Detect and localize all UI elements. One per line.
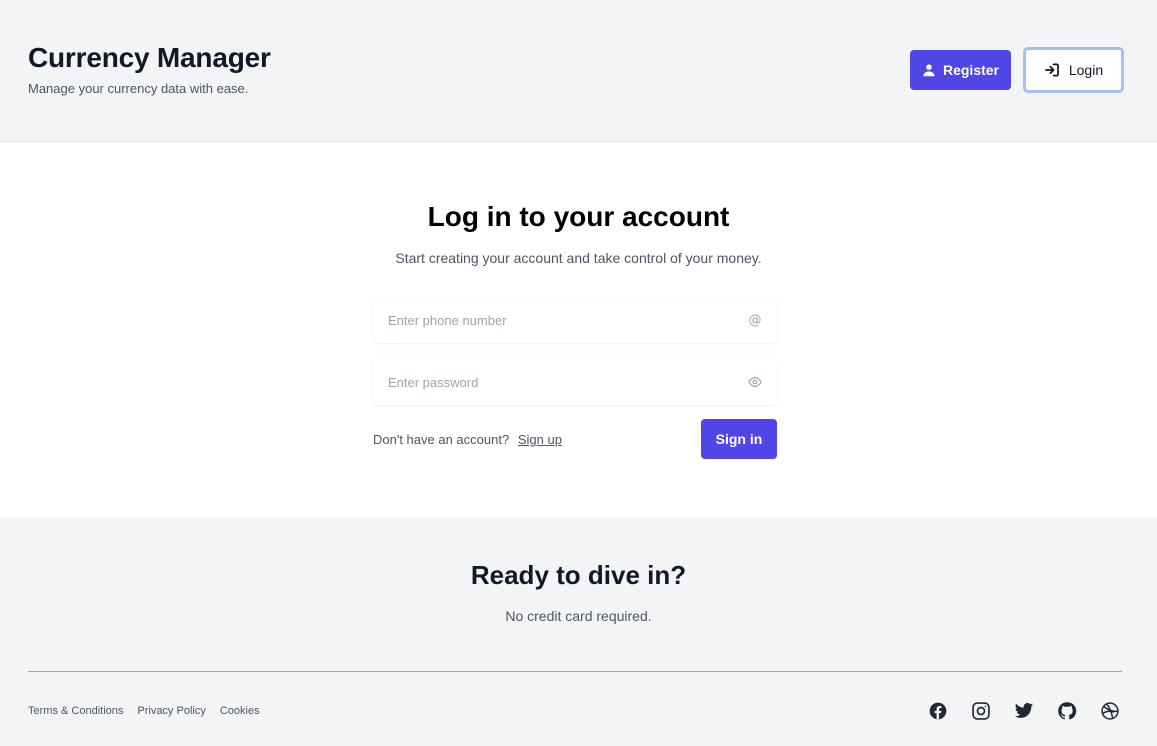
eye-icon[interactable] bbox=[747, 374, 763, 390]
sign-in-icon bbox=[1044, 62, 1060, 78]
app-title: Currency Manager bbox=[28, 42, 271, 73]
privacy-link[interactable]: Privacy Policy bbox=[137, 705, 205, 717]
cookies-link[interactable]: Cookies bbox=[220, 705, 260, 717]
login-subtitle: Start creating your account and take con… bbox=[395, 250, 762, 266]
signup-link[interactable]: Sign up bbox=[518, 432, 562, 447]
signup-prompt: Don't have an account? Sign up bbox=[373, 432, 562, 447]
cta-title: Ready to dive in? bbox=[470, 560, 687, 590]
instagram-icon[interactable] bbox=[971, 701, 991, 721]
login-section: Log in to your account Start creating yo… bbox=[0, 142, 1157, 517]
site-header: Currency Manager Manage your currency da… bbox=[0, 0, 1157, 142]
user-icon bbox=[922, 63, 936, 77]
footer-links: Terms & Conditions Privacy Policy Cookie… bbox=[28, 705, 260, 717]
terms-link[interactable]: Terms & Conditions bbox=[28, 705, 123, 717]
twitter-icon[interactable] bbox=[1014, 701, 1034, 721]
social-links bbox=[928, 701, 1120, 721]
login-title: Log in to your account bbox=[427, 201, 730, 232]
at-icon: @ bbox=[747, 312, 763, 328]
password-input[interactable] bbox=[373, 359, 777, 405]
at-symbol: @ bbox=[748, 312, 762, 328]
cta-subtitle: No credit card required. bbox=[505, 608, 652, 624]
password-field-wrapper bbox=[373, 359, 777, 405]
app-subtitle: Manage your currency data with ease. bbox=[28, 81, 249, 96]
signin-button[interactable]: Sign in bbox=[701, 419, 777, 459]
no-account-text: Don't have an account? bbox=[373, 432, 510, 447]
phone-field-wrapper: @ bbox=[373, 297, 777, 343]
github-icon[interactable] bbox=[1057, 701, 1077, 721]
login-button-label: Login bbox=[1068, 62, 1104, 78]
register-button-label: Register bbox=[942, 62, 1000, 78]
register-button[interactable]: Register bbox=[910, 50, 1011, 90]
login-button[interactable]: Login bbox=[1023, 47, 1124, 93]
phone-input[interactable] bbox=[373, 297, 777, 343]
footer-divider bbox=[28, 671, 1122, 672]
dribbble-icon[interactable] bbox=[1100, 701, 1120, 721]
facebook-icon[interactable] bbox=[928, 701, 948, 721]
